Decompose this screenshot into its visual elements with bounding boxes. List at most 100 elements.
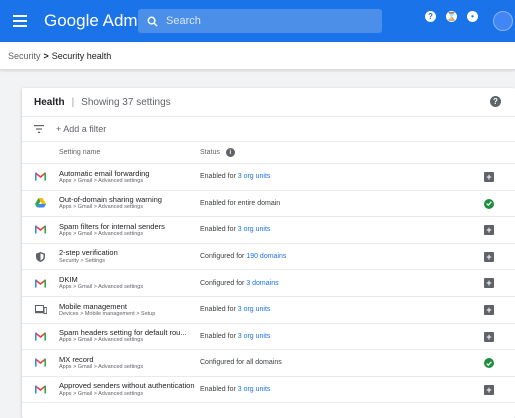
gmail-icon bbox=[22, 358, 59, 368]
setting-title[interactable]: Mobile management bbox=[59, 303, 200, 311]
breadcrumb-current: Security health bbox=[51, 50, 112, 61]
status-link[interactable]: 190 domains bbox=[246, 253, 286, 260]
setting-title[interactable]: Approved senders without authentication bbox=[59, 382, 200, 390]
status-text: Configured for bbox=[200, 279, 247, 287]
table-row[interactable]: Out-of-domain sharing warning Apps > Gmai… bbox=[22, 191, 515, 218]
table-row[interactable]: DKIM Apps > Gmail > Advanced settings Conf… bbox=[22, 270, 515, 297]
search-bar[interactable] bbox=[138, 9, 382, 33]
status-cell: Enabled for 3 org units bbox=[200, 333, 270, 340]
gmail-icon bbox=[22, 332, 59, 341]
gmail-icon bbox=[22, 172, 59, 181]
setting-name-cell: Out-of-domain sharing warning Apps > Gmai… bbox=[59, 196, 200, 210]
setting-title[interactable]: Spam headers setting for default rou... bbox=[59, 329, 200, 337]
status-text: Enabled for entire domain bbox=[200, 199, 281, 207]
setting-title[interactable]: Out-of-domain sharing warning bbox=[59, 196, 200, 204]
help-icon[interactable]: ? bbox=[490, 96, 501, 107]
status-link[interactable]: 3 org units bbox=[238, 386, 271, 393]
status-cell: Configured for 3 domains bbox=[200, 280, 279, 287]
table-header: Setting name Status i bbox=[22, 142, 515, 164]
card-title: Health bbox=[34, 96, 65, 108]
status-link[interactable]: 3 org units bbox=[238, 306, 271, 313]
setting-path: Apps > Gmail > Advanced settings bbox=[59, 231, 144, 238]
header-divider: | bbox=[71, 96, 75, 108]
status-link[interactable]: 3 domains bbox=[246, 280, 278, 287]
setting-name-cell: MX record Apps > Gmail > Advanced setting… bbox=[59, 356, 200, 370]
status-text: Configured for all domains bbox=[200, 359, 282, 367]
setting-name-cell: Mobile management Devices > Mobile manage… bbox=[59, 303, 200, 317]
add-filter-button[interactable]: + Add a filter bbox=[56, 124, 106, 134]
status-link[interactable]: 3 org units bbox=[238, 173, 271, 180]
status-text: Enabled for bbox=[200, 173, 238, 181]
status-cell: Configured for 190 domains bbox=[200, 253, 286, 260]
status-cell: Enabled for entire domain bbox=[200, 200, 280, 207]
top-app-bar: Google Admin ? ⌛ • bbox=[0, 0, 515, 42]
add-icon[interactable]: + bbox=[484, 225, 494, 236]
drive-icon bbox=[22, 198, 59, 208]
check-icon bbox=[484, 198, 494, 209]
setting-path: Devices > Mobile management > Setup bbox=[59, 310, 156, 317]
add-icon[interactable]: + bbox=[484, 304, 494, 315]
filter-bar: + Add a filter bbox=[22, 116, 515, 142]
status-text: Enabled for bbox=[200, 332, 238, 340]
column-header-status[interactable]: Status bbox=[200, 149, 220, 156]
status-text: Enabled for bbox=[200, 386, 238, 394]
info-icon[interactable]: i bbox=[225, 148, 235, 157]
column-header-setting-name[interactable]: Setting name bbox=[59, 149, 200, 156]
setting-name-cell: Approved senders without authentication A… bbox=[59, 382, 200, 396]
breadcrumb-separator: > bbox=[43, 50, 49, 61]
setting-name-cell: DKIM Apps > Gmail > Advanced settings bbox=[59, 276, 200, 290]
setting-title[interactable]: DKIM bbox=[59, 276, 200, 284]
security-health-card: Health | Showing 37 settings ? + Add a f… bbox=[22, 88, 515, 418]
table-row[interactable]: Automatic email forwarding Apps > Gmail >… bbox=[22, 164, 515, 191]
gmail-icon bbox=[22, 225, 59, 235]
setting-title[interactable]: MX record bbox=[59, 356, 200, 364]
setting-path: Apps > Gmail > Advanced settings bbox=[59, 337, 144, 344]
status-cell: Enabled for 3 org units bbox=[200, 306, 270, 313]
table-row[interactable]: Mobile management Devices > Mobile manage… bbox=[22, 297, 515, 324]
check-icon bbox=[484, 358, 494, 369]
search-input[interactable] bbox=[166, 15, 366, 27]
status-cell: Enabled for 3 org units bbox=[200, 173, 270, 180]
setting-title[interactable]: Spam filters for internal senders bbox=[59, 223, 200, 231]
avatar[interactable] bbox=[493, 11, 513, 31]
status-cell: Configured for all domains bbox=[200, 359, 282, 366]
setting-title[interactable]: 2-step verification bbox=[59, 249, 200, 257]
table-row[interactable]: 2-step verification Security > Settings Co… bbox=[22, 244, 515, 271]
setting-path: Security > Settings bbox=[59, 257, 106, 264]
shield-icon bbox=[22, 251, 59, 262]
setting-title[interactable]: Automatic email forwarding bbox=[59, 170, 200, 178]
table-row[interactable]: MX record Apps > Gmail > Advanced setting… bbox=[22, 350, 515, 377]
add-icon[interactable]: + bbox=[484, 278, 494, 289]
add-icon[interactable]: + bbox=[484, 384, 494, 395]
menu-icon[interactable] bbox=[10, 11, 30, 31]
breadcrumb-security[interactable]: Security bbox=[8, 51, 41, 61]
setting-path: Apps > Gmail > Advanced settings bbox=[59, 284, 144, 291]
add-icon[interactable]: + bbox=[484, 172, 494, 182]
setting-path: Apps > Gmail > Advanced settings bbox=[59, 364, 144, 371]
card-header: Health | Showing 37 settings bbox=[22, 88, 515, 116]
add-icon[interactable]: + bbox=[484, 251, 494, 262]
table-row[interactable]: Approved senders without authentication A… bbox=[22, 377, 515, 404]
status-link[interactable]: 3 org units bbox=[238, 226, 271, 233]
notifications-icon[interactable]: • bbox=[467, 11, 478, 22]
gmail-icon bbox=[22, 385, 59, 394]
app-title[interactable]: Google Admin bbox=[44, 11, 151, 31]
setting-path: Apps > Gmail > Advanced settings bbox=[59, 204, 144, 211]
settings-count: Showing 37 settings bbox=[81, 96, 171, 108]
add-icon[interactable]: + bbox=[484, 331, 494, 342]
gmail-icon bbox=[22, 279, 59, 288]
devices-icon bbox=[22, 305, 59, 315]
setting-name-cell: Spam headers setting for default rou... A… bbox=[59, 329, 200, 343]
setting-name-cell: Automatic email forwarding Apps > Gmail >… bbox=[59, 170, 200, 184]
setting-name-cell: Spam filters for internal senders Apps > … bbox=[59, 223, 200, 237]
table-row[interactable]: Spam headers setting for default rou... A… bbox=[22, 324, 515, 351]
status-text: Configured for bbox=[200, 253, 247, 261]
setting-name-cell: 2-step verification Security > Settings bbox=[59, 249, 200, 263]
help-icon[interactable]: ? bbox=[425, 11, 436, 22]
table-row[interactable]: Spam filters for internal senders Apps > … bbox=[22, 217, 515, 244]
setting-path: Apps > Gmail > Advanced settings bbox=[59, 390, 144, 397]
status-link[interactable]: 3 org units bbox=[238, 333, 271, 340]
filter-icon[interactable] bbox=[22, 125, 56, 133]
hourglass-icon[interactable]: ⌛ bbox=[446, 11, 457, 22]
breadcrumb: Security > Security health bbox=[0, 42, 515, 70]
